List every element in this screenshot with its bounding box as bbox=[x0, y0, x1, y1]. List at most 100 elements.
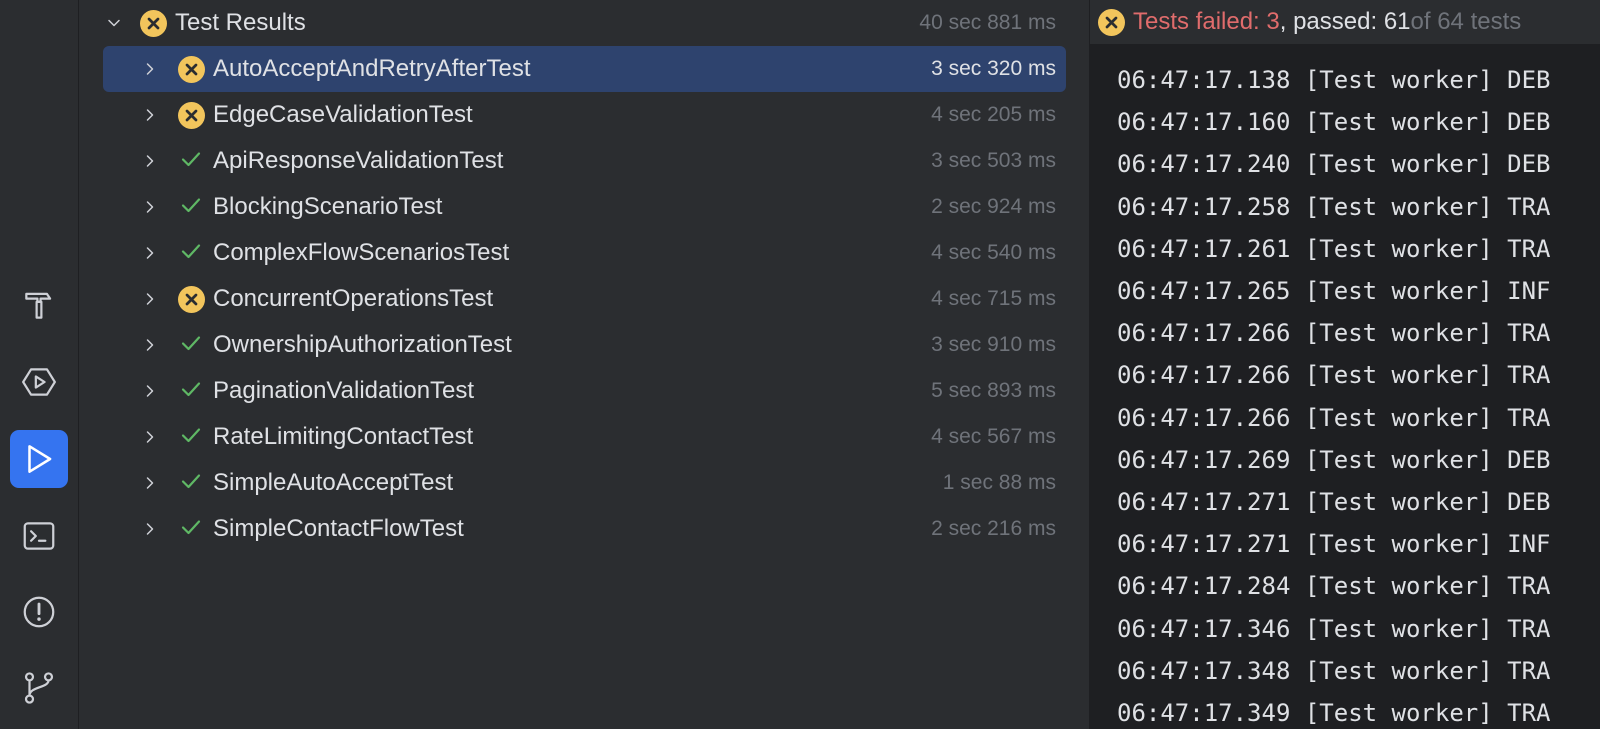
chevron-right-icon[interactable] bbox=[139, 104, 161, 126]
test-duration: 1 sec 88 ms bbox=[942, 471, 1056, 494]
chevron-right-icon[interactable] bbox=[139, 242, 161, 264]
test-duration: 40 sec 881 ms bbox=[919, 11, 1056, 34]
failed-status-icon bbox=[1098, 8, 1125, 36]
console-output-panel: Tests failed: 3, passed: 61 of 64 tests … bbox=[1090, 0, 1600, 729]
test-class-row[interactable]: SimpleAutoAcceptTest 1 sec 88 ms bbox=[139, 460, 1066, 506]
console-log-line: 06:47:17.240 [Test worker] DEB bbox=[1117, 150, 1551, 179]
passed-check-icon bbox=[179, 331, 203, 360]
failed-status-icon bbox=[177, 285, 205, 313]
run-tool-button[interactable] bbox=[10, 430, 68, 488]
test-status bbox=[139, 9, 167, 37]
chevron-right-icon[interactable] bbox=[139, 380, 161, 402]
console-log-line: 06:47:17.349 [Test worker] TRA bbox=[1117, 699, 1551, 727]
test-class-row[interactable]: BlockingScenarioTest 2 sec 924 ms bbox=[139, 184, 1066, 230]
tests-failed-count: Tests failed: 3 bbox=[1133, 8, 1280, 35]
problems-tool-button[interactable] bbox=[10, 583, 68, 641]
test-duration: 3 sec 320 ms bbox=[931, 57, 1056, 80]
test-name: PaginationValidationTest bbox=[213, 377, 475, 404]
test-status bbox=[177, 193, 205, 221]
console-log-line: 06:47:17.346 [Test worker] TRA bbox=[1117, 614, 1551, 643]
build-tool-button[interactable] bbox=[10, 276, 68, 334]
test-status bbox=[177, 101, 205, 129]
test-class-row[interactable]: RateLimitingContactTest 4 sec 567 ms bbox=[139, 414, 1066, 460]
console-log-line: 06:47:17.271 [Test worker] DEB bbox=[1117, 488, 1551, 516]
build-hammer-icon bbox=[25, 292, 52, 319]
chevron-right-icon[interactable] bbox=[139, 196, 161, 218]
test-duration: 2 sec 924 ms bbox=[931, 195, 1056, 218]
test-name: ConcurrentOperationsTest bbox=[213, 285, 494, 312]
test-name: ApiResponseValidationTest bbox=[213, 147, 504, 174]
test-duration: 4 sec 715 ms bbox=[931, 287, 1056, 310]
test-class-row[interactable]: ConcurrentOperationsTest 4 sec 715 ms bbox=[139, 276, 1066, 322]
test-results-tree: Test Results 40 sec 881 ms AutoAcceptAndRe… bbox=[79, 0, 1090, 729]
test-status bbox=[177, 423, 205, 451]
chevron-right-icon[interactable] bbox=[139, 426, 161, 448]
passed-check-icon bbox=[179, 377, 203, 406]
chevron-down-icon[interactable] bbox=[103, 12, 125, 34]
test-class-row[interactable]: EdgeCaseValidationTest 4 sec 205 ms bbox=[139, 92, 1066, 138]
terminal-icon bbox=[23, 522, 55, 550]
git-tool-button[interactable] bbox=[10, 659, 68, 717]
passed-check-icon bbox=[179, 193, 203, 222]
test-status bbox=[177, 55, 205, 83]
console-log-line: 06:47:17.266 [Test worker] TRA bbox=[1117, 319, 1551, 348]
chevron-right-icon[interactable] bbox=[139, 150, 161, 172]
test-results-root-row[interactable]: Test Results 40 sec 881 ms bbox=[103, 0, 1066, 46]
test-class-row[interactable]: AutoAcceptAndRetryAfterTest 3 sec 320 ms bbox=[103, 46, 1066, 92]
failed-status-icon bbox=[139, 9, 167, 37]
test-duration: 2 sec 216 ms bbox=[931, 517, 1056, 540]
test-duration: 4 sec 567 ms bbox=[931, 425, 1056, 448]
console-log-line: 06:47:17.284 [Test worker] TRA bbox=[1117, 572, 1551, 601]
test-class-row[interactable]: OwnershipAuthorizationTest 3 sec 910 ms bbox=[139, 322, 1066, 368]
test-name: SimpleAutoAcceptTest bbox=[213, 469, 454, 496]
failed-status-icon bbox=[177, 101, 205, 129]
test-name: EdgeCaseValidationTest bbox=[213, 101, 473, 128]
test-status bbox=[177, 377, 205, 405]
test-name: Test Results bbox=[175, 9, 306, 36]
console-log-line: 06:47:17.266 [Test worker] TRA bbox=[1117, 361, 1551, 390]
test-class-row[interactable]: PaginationValidationTest 5 sec 893 ms bbox=[139, 368, 1066, 414]
console-log-line: 06:47:17.348 [Test worker] TRA bbox=[1117, 656, 1551, 685]
chevron-right-icon[interactable] bbox=[139, 288, 161, 310]
tool-window-strip bbox=[0, 0, 79, 729]
test-status bbox=[177, 147, 205, 175]
test-status bbox=[177, 239, 205, 267]
chevron-right-icon[interactable] bbox=[139, 58, 161, 80]
console-log-line: 06:47:17.265 [Test worker] INF bbox=[1117, 277, 1551, 305]
chevron-right-icon[interactable] bbox=[139, 472, 161, 494]
passed-check-icon bbox=[179, 147, 203, 176]
test-name: BlockingScenarioTest bbox=[213, 193, 443, 220]
git-branch-icon bbox=[24, 672, 54, 704]
console-log-line: 06:47:17.266 [Test worker] TRA bbox=[1117, 403, 1551, 432]
tests-passed-count: , passed: 61 bbox=[1279, 8, 1411, 35]
console-log-line: 06:47:17.269 [Test worker] DEB bbox=[1117, 445, 1551, 474]
test-name: SimpleContactFlowTest bbox=[213, 515, 464, 542]
test-class-row[interactable]: ComplexFlowScenariosTest 4 sec 540 ms bbox=[139, 230, 1066, 276]
test-name: ComplexFlowScenariosTest bbox=[213, 239, 510, 266]
passed-check-icon bbox=[179, 239, 203, 268]
test-duration: 3 sec 910 ms bbox=[931, 333, 1056, 356]
tests-total-count: of 64 tests bbox=[1410, 8, 1522, 35]
test-class-row[interactable]: ApiResponseValidationTest 3 sec 503 ms bbox=[139, 138, 1066, 184]
passed-check-icon bbox=[179, 423, 203, 452]
test-duration: 3 sec 503 ms bbox=[931, 149, 1056, 172]
failed-status-icon bbox=[177, 55, 205, 83]
chevron-right-icon[interactable] bbox=[139, 334, 161, 356]
console-log-line: 06:47:17.258 [Test worker] TRA bbox=[1117, 192, 1551, 221]
terminal-tool-button[interactable] bbox=[10, 507, 68, 565]
services-tool-button[interactable] bbox=[10, 353, 68, 411]
test-summary-bar: Tests failed: 3, passed: 61 of 64 tests bbox=[1090, 0, 1600, 45]
console-log-line: 06:47:17.160 [Test worker] DEB bbox=[1117, 108, 1551, 137]
chevron-right-icon[interactable] bbox=[139, 518, 161, 540]
test-class-row[interactable]: SimpleContactFlowTest 2 sec 216 ms bbox=[139, 506, 1066, 552]
passed-check-icon bbox=[179, 469, 203, 498]
passed-check-icon bbox=[179, 515, 203, 544]
test-status bbox=[177, 331, 205, 359]
test-duration: 5 sec 893 ms bbox=[931, 379, 1056, 402]
problems-icon bbox=[23, 596, 55, 628]
services-icon bbox=[22, 368, 56, 396]
test-name: OwnershipAuthorizationTest bbox=[213, 331, 512, 358]
console-log-line: 06:47:17.261 [Test worker] TRA bbox=[1117, 234, 1551, 263]
test-name: AutoAcceptAndRetryAfterTest bbox=[213, 55, 531, 82]
run-icon bbox=[28, 445, 52, 473]
